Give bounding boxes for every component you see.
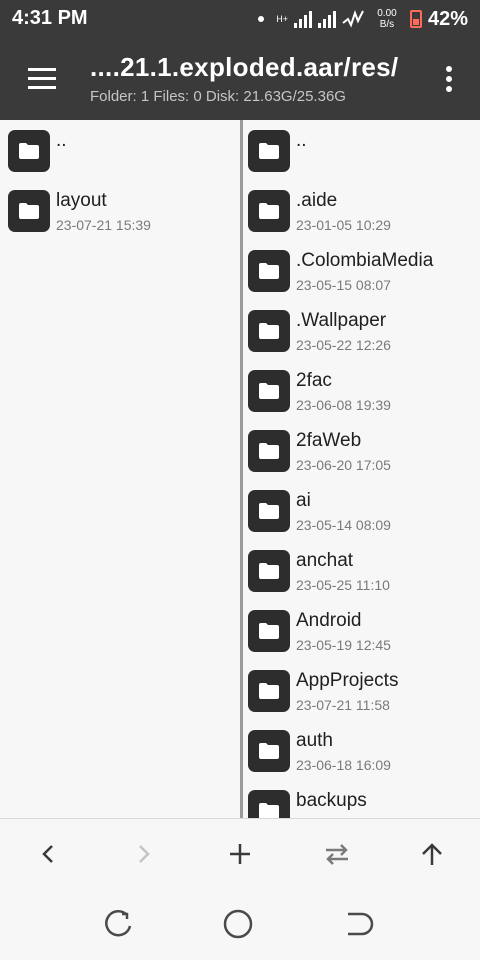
left-file-pane[interactable]: .. layout 23-07-21 15:39	[0, 120, 240, 818]
list-item[interactable]: 2faWeb 23-06-20 17:05	[243, 420, 480, 480]
list-item[interactable]: backups	[243, 780, 480, 818]
folder-icon	[248, 250, 290, 292]
home-icon[interactable]	[220, 906, 260, 942]
folder-icon	[8, 190, 50, 232]
swap-panes-icon[interactable]	[312, 831, 360, 877]
item-name: anchat	[296, 550, 354, 571]
battery-percent: 42%	[427, 7, 468, 30]
item-name: ..	[296, 130, 307, 151]
network-speed: 0.00 B/s	[370, 8, 404, 30]
up-arrow-icon[interactable]	[408, 831, 456, 877]
more-vert-icon[interactable]	[444, 64, 454, 94]
network-speed-value: 0.00	[377, 8, 397, 19]
item-name: Android	[296, 610, 362, 631]
item-date: 23-07-21 11:58	[296, 697, 390, 713]
list-item[interactable]: AppProjects 23-07-21 11:58	[243, 660, 480, 720]
folder-icon	[248, 370, 290, 412]
item-name: ..	[56, 130, 67, 151]
status-time: 4:31 PM	[12, 7, 88, 29]
list-item[interactable]: ai 23-05-14 08:09	[243, 480, 480, 540]
item-date: 23-06-18 16:09	[296, 757, 391, 773]
list-item[interactable]: auth 23-06-18 16:09	[243, 720, 480, 780]
recent-apps-icon[interactable]	[100, 906, 140, 942]
folder-icon	[248, 790, 290, 818]
list-item[interactable]: Android 23-05-19 12:45	[243, 600, 480, 660]
list-item[interactable]: layout 23-07-21 15:39	[0, 180, 240, 240]
status-bar: 4:31 PM H+ 0.00 B/s 42%	[0, 0, 480, 38]
item-date: 23-05-25 11:10	[296, 577, 390, 593]
add-icon[interactable]	[216, 831, 264, 877]
network-speed-unit: B/s	[379, 19, 395, 30]
item-date: 23-01-05 10:29	[296, 217, 391, 233]
folder-icon	[248, 130, 290, 172]
item-name: AppProjects	[296, 670, 399, 691]
item-date: 23-05-15 08:07	[296, 277, 391, 293]
item-date: 23-05-22 12:26	[296, 337, 391, 353]
back-arrow-icon[interactable]	[24, 831, 72, 877]
signal-strength-2-icon	[317, 10, 336, 28]
item-date: 23-07-21 15:39	[56, 217, 151, 233]
list-item[interactable]: .aide 23-01-05 10:29	[243, 180, 480, 240]
folder-icon	[248, 310, 290, 352]
folder-icon	[248, 610, 290, 652]
app-toolbar: ....21.1.exploded.aar/res/ Folder: 1 Fil…	[0, 38, 480, 120]
item-date: 23-06-08 19:39	[296, 397, 391, 413]
folder-icon	[248, 430, 290, 472]
item-name: auth	[296, 730, 333, 751]
item-date: 23-05-14 08:09	[296, 517, 391, 533]
list-item-parent[interactable]: ..	[243, 120, 480, 180]
battery-icon	[409, 10, 422, 28]
activity-icon	[342, 10, 364, 28]
item-date: 23-05-19 12:45	[296, 637, 391, 653]
folder-stats: Folder: 1 Files: 0 Disk: 21.63G/25.36G	[90, 88, 346, 105]
right-file-pane[interactable]: .. .aide 23-01-05 10:29 .ColombiaMedia 2…	[243, 120, 480, 818]
item-name: backups	[296, 790, 367, 811]
hamburger-menu-icon[interactable]	[24, 66, 60, 92]
folder-icon	[248, 670, 290, 712]
system-nav-bar	[0, 888, 480, 960]
item-name: .aide	[296, 190, 338, 211]
forward-arrow-icon[interactable]	[120, 831, 168, 877]
folder-icon	[248, 550, 290, 592]
folder-icon	[248, 730, 290, 772]
item-name: .ColombiaMedia	[296, 250, 434, 271]
item-name: ai	[296, 490, 311, 511]
status-icons: H+ 0.00 B/s 42%	[258, 4, 468, 34]
signal-strength-icon	[293, 10, 312, 28]
list-item[interactable]: anchat 23-05-25 11:10	[243, 540, 480, 600]
network-type: H+	[276, 13, 288, 24]
item-name: 2fac	[296, 370, 332, 391]
item-date: 23-06-20 17:05	[296, 457, 391, 473]
item-name: 2faWeb	[296, 430, 362, 451]
list-item[interactable]: 2fac 23-06-08 19:39	[243, 360, 480, 420]
current-path-title: ....21.1.exploded.aar/res/	[90, 52, 399, 82]
list-item[interactable]: .ColombiaMedia 23-05-15 08:07	[243, 240, 480, 300]
item-name: .Wallpaper	[296, 310, 387, 331]
bottom-action-bar	[0, 818, 480, 889]
folder-icon	[248, 490, 290, 532]
folder-icon	[248, 190, 290, 232]
notification-dot-icon	[258, 16, 265, 22]
folder-icon	[8, 130, 50, 172]
list-item-parent[interactable]: ..	[0, 120, 240, 180]
item-name: layout	[56, 190, 107, 211]
back-icon[interactable]	[340, 906, 380, 942]
list-item[interactable]: .Wallpaper 23-05-22 12:26	[243, 300, 480, 360]
